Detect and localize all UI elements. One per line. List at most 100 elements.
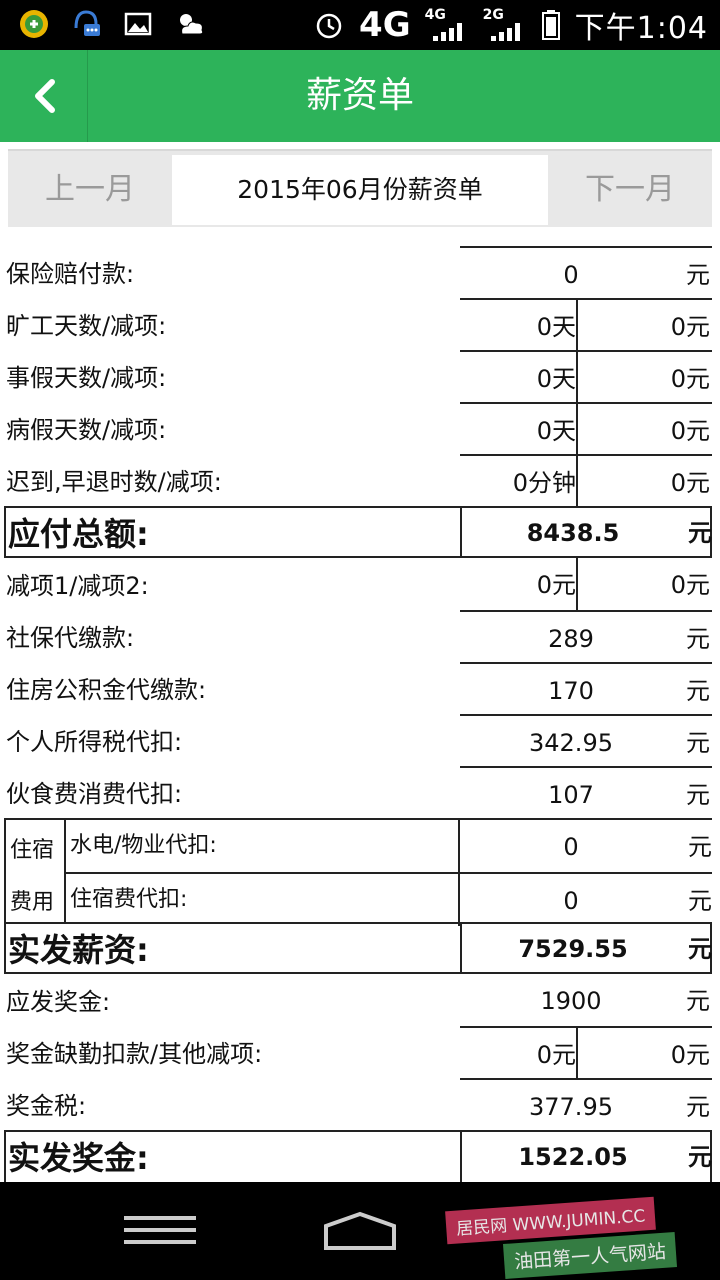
row-value: 170 xyxy=(548,677,594,705)
total-value-cell: 7529.55 元 xyxy=(460,922,714,974)
row-deduction: 0元 xyxy=(670,469,710,497)
row-value-cell: 170 元 xyxy=(460,662,712,714)
row-label: 迟到,早退时数/减项: xyxy=(6,468,222,496)
row-days: 0天 xyxy=(460,404,578,456)
next-month-button[interactable]: 下一月 xyxy=(548,151,712,229)
salary-row-late-early: 迟到,早退时数/减项: 0分钟 0元 xyxy=(0,454,720,508)
total-unit: 元 xyxy=(688,935,712,963)
menu-button[interactable] xyxy=(124,1204,196,1258)
row-minutes: 0分钟 xyxy=(460,456,578,508)
system-indicators: 4G 4G 2G 下午1:04 xyxy=(313,0,708,50)
row-days: 0天 xyxy=(460,352,578,404)
row-label: 住房公积金代缴款: xyxy=(6,676,207,704)
row-value-cell: 107 元 xyxy=(460,766,712,818)
lodging-group-line1: 住宿 xyxy=(10,838,55,863)
app-icon xyxy=(20,10,48,38)
weather-icon xyxy=(180,14,204,35)
salary-row-bonus-tax: 奖金税: 377.95 元 xyxy=(0,1078,720,1130)
current-month-label: 2015年06月份薪资单 xyxy=(172,155,548,225)
row-label: 保险赔付款: xyxy=(6,260,135,288)
total-value-cell: 1522.05 元 xyxy=(460,1130,714,1182)
total-value: 7529.55 xyxy=(518,935,628,963)
row-label: 住宿费代扣: xyxy=(70,887,188,912)
total-label: 实发奖金: xyxy=(8,1139,149,1177)
salary-row-net-salary: 实发薪资: 7529.55 元 xyxy=(4,922,712,974)
row-value: 289 xyxy=(548,625,594,653)
row-value-cell: 0分钟 0元 xyxy=(460,454,712,508)
salary-row-insurance-payout: 保险赔付款: 0 元 xyxy=(0,246,720,298)
battery-icon xyxy=(541,10,560,40)
row-value-cell: 1900 元 xyxy=(460,974,712,1026)
lodging-group-line2: 费用 xyxy=(10,890,55,915)
prev-month-button[interactable]: 上一月 xyxy=(8,151,172,229)
row-deduction: 0元 xyxy=(670,365,710,393)
salary-row-gross-total: 应付总额: 8438.5 元 xyxy=(4,506,712,558)
salary-row-meals: 伙食费消费代扣: 107 元 xyxy=(0,766,720,818)
sim2-signal-icon: 2G xyxy=(483,7,527,43)
row-unit: 元 xyxy=(686,729,710,757)
total-value: 1522.05 xyxy=(518,1143,628,1171)
row-value-cell: 0 元 xyxy=(460,246,712,298)
row-value-cell: 0 元 xyxy=(458,820,712,872)
row-unit: 元 xyxy=(686,1093,710,1121)
network-type-label: 4G xyxy=(359,5,411,45)
row-label: 奖金缺勤扣款/其他减项: xyxy=(6,1040,263,1068)
menu-icon xyxy=(124,1216,196,1244)
row-value-cell: 0天 0元 xyxy=(460,350,712,404)
row-label: 减项1/减项2: xyxy=(6,572,149,600)
home-button[interactable] xyxy=(322,1204,398,1258)
sim2-label: 2G xyxy=(482,7,504,23)
row-unit: 元 xyxy=(686,987,710,1015)
total-unit: 元 xyxy=(688,519,712,547)
notification-icons xyxy=(18,8,206,40)
back-button[interactable] xyxy=(0,50,88,142)
row-label: 事假天数/减项: xyxy=(6,364,167,392)
salary-row-housing-fund: 住房公积金代缴款: 170 元 xyxy=(0,662,720,714)
salary-row-social-security: 社保代缴款: 289 元 xyxy=(0,610,720,662)
sim1-label: 4G xyxy=(424,7,446,23)
row-deduction: 0元 xyxy=(670,313,710,341)
row-label: 病假天数/减项: xyxy=(6,416,167,444)
salary-row-bonus-deductions: 奖金缺勤扣款/其他减项: 0元 0元 xyxy=(0,1026,720,1080)
row-deduction-1: 0元 xyxy=(460,1028,578,1080)
row-label: 应发奖金: xyxy=(6,988,111,1016)
clock: 下午1:04 xyxy=(574,11,708,46)
watermark: 居民网 WWW.JUMIN.CC 油田第一人气网站 xyxy=(440,1196,720,1280)
row-value: 377.95 xyxy=(529,1093,613,1121)
row-unit: 元 xyxy=(686,781,710,809)
row-label: 伙食费消费代扣: xyxy=(6,780,183,808)
salary-row-net-bonus: 实发奖金: 1522.05 元 xyxy=(4,1130,712,1182)
navigation-bar: 居民网 WWW.JUMIN.CC 油田第一人气网站 xyxy=(0,1182,720,1280)
row-value: 0 xyxy=(563,833,579,861)
row-value-cell: 289 元 xyxy=(460,610,712,662)
row-unit: 元 xyxy=(686,261,710,289)
row-value-cell: 0天 0元 xyxy=(460,298,712,352)
row-deduction: 0元 xyxy=(670,417,710,445)
row-value: 0 xyxy=(563,261,579,289)
title-bar: 薪资单 xyxy=(0,50,720,142)
back-arrow-icon xyxy=(34,79,55,113)
home-icon xyxy=(324,1211,396,1250)
row-deduction-2: 0元 xyxy=(670,571,710,599)
salary-row-deductions-1-2: 减项1/减项2: 0元 0元 xyxy=(0,558,720,610)
salary-table: 保险赔付款: 0 元 旷工天数/减项: 0天 0元 事假天数/减项: 0天 0元… xyxy=(0,246,720,1182)
row-label: 社保代缴款: xyxy=(6,624,135,652)
row-days: 0天 xyxy=(460,300,578,352)
total-label: 应付总额: xyxy=(8,515,149,553)
row-value-cell: 0元 0元 xyxy=(460,558,712,610)
row-value-cell: 0天 0元 xyxy=(460,402,712,456)
salary-row-bonus-due: 应发奖金: 1900 元 xyxy=(0,974,720,1026)
total-value: 8438.5 xyxy=(526,519,620,547)
row-deduction-2: 0元 xyxy=(670,1041,710,1069)
total-unit: 元 xyxy=(688,1143,712,1171)
row-label: 水电/物业代扣: xyxy=(70,833,217,858)
lodging-group: 住宿 费用 水电/物业代扣: 0 元 住宿费代扣: 0 元 xyxy=(4,818,712,926)
row-value: 1900 xyxy=(540,987,602,1015)
chat-notification-icon xyxy=(74,10,100,36)
row-value: 342.95 xyxy=(529,729,613,757)
status-bar: 4G 4G 2G 下午1:04 xyxy=(0,0,720,50)
row-label: 旷工天数/减项: xyxy=(6,312,167,340)
watermark-line2: 油田第一人气网站 xyxy=(502,1232,678,1279)
row-unit: 元 xyxy=(688,887,712,915)
row-value-cell: 0 元 xyxy=(458,874,712,926)
